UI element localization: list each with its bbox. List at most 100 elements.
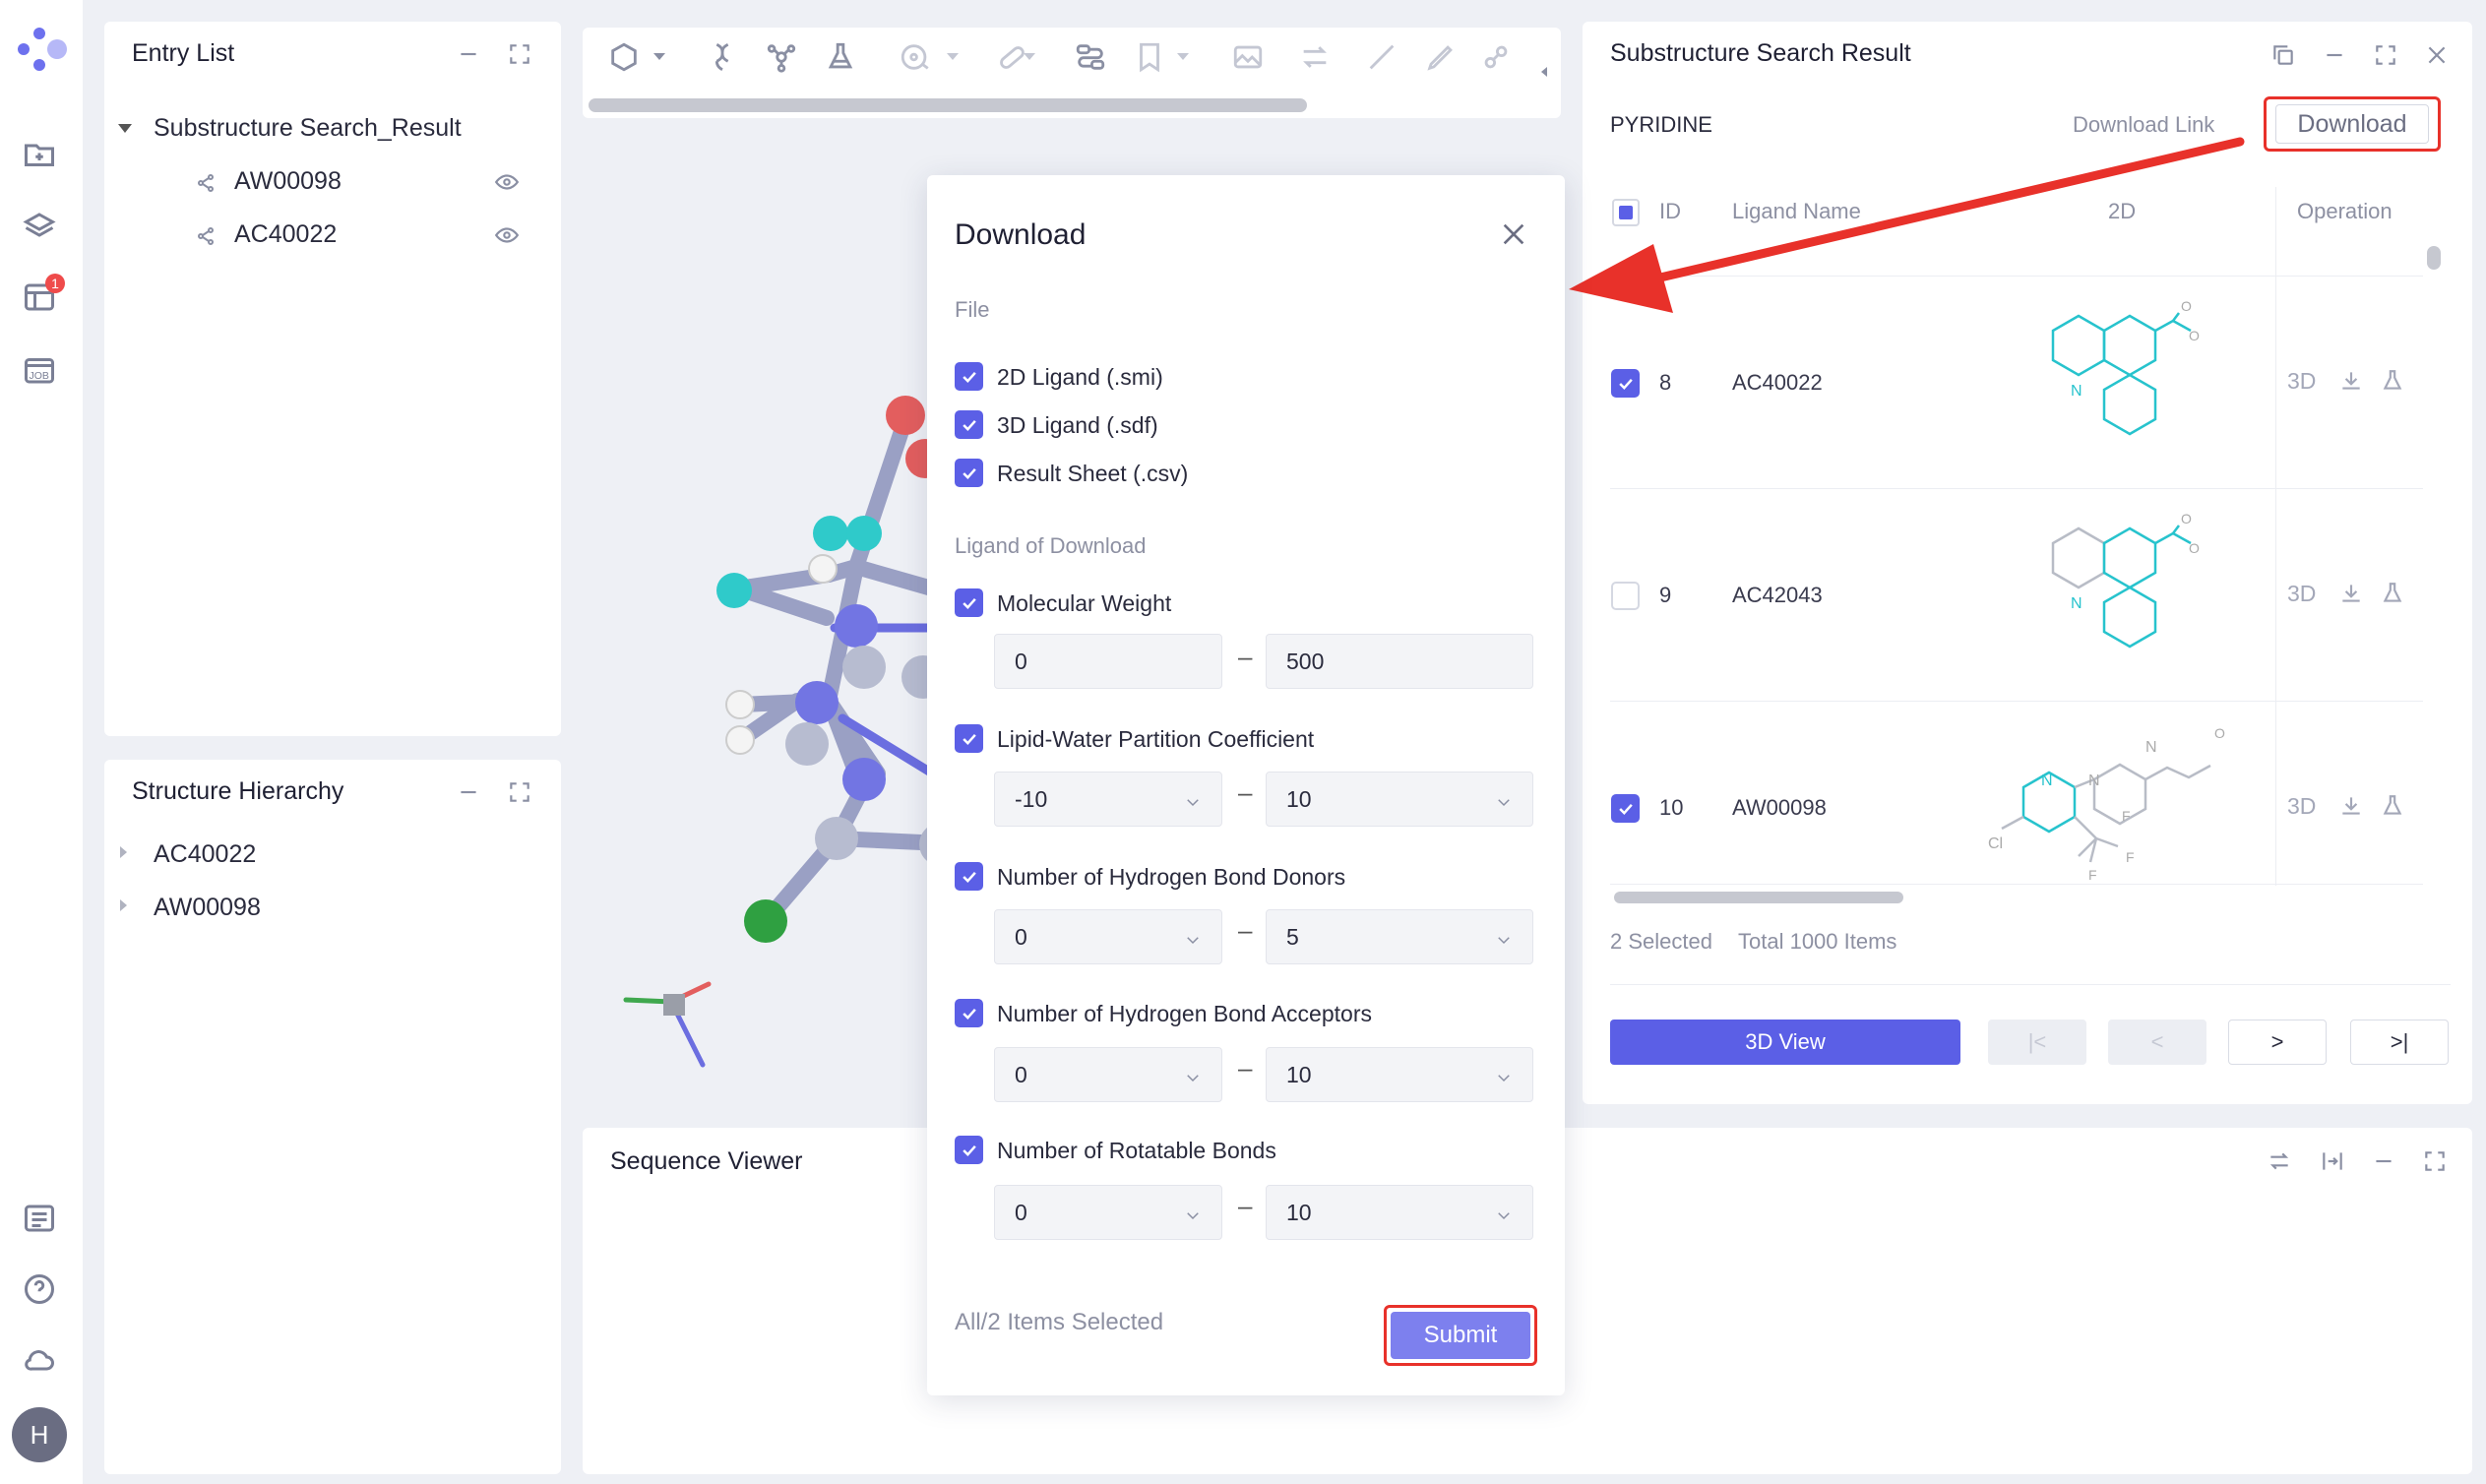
close-icon[interactable] — [1498, 218, 1529, 250]
notification-badge: 1 — [45, 274, 65, 293]
align-columns-icon[interactable] — [2315, 1144, 2350, 1179]
row-checkbox[interactable] — [1611, 369, 1640, 398]
image-icon[interactable] — [1226, 35, 1270, 79]
job-icon[interactable]: JOB — [18, 348, 61, 392]
last-page-button[interactable]: >| — [2350, 1020, 2449, 1065]
next-page-button[interactable]: > — [2228, 1020, 2327, 1065]
filter-checkbox[interactable] — [955, 999, 983, 1027]
chevron-down-icon[interactable] — [1024, 53, 1035, 60]
filter-checkbox[interactable] — [955, 724, 983, 753]
download-icon[interactable] — [2338, 793, 2364, 819]
line-icon[interactable] — [1360, 35, 1403, 79]
filter-max-select[interactable]: 10 — [1266, 772, 1533, 827]
filter-max-select[interactable]: 10 — [1266, 1047, 1533, 1102]
help-icon[interactable] — [18, 1268, 61, 1311]
table-vertical-scrollbar[interactable] — [2427, 246, 2441, 270]
caret-right-icon[interactable] — [120, 899, 127, 911]
target-icon[interactable] — [894, 35, 937, 79]
row-divider — [1610, 701, 2423, 702]
row-3d-button[interactable]: 3D — [2287, 793, 2316, 820]
align-icon[interactable] — [1293, 35, 1336, 79]
close-icon[interactable] — [2419, 37, 2455, 73]
toolbar-scrollbar[interactable] — [589, 98, 1307, 112]
row-checkbox[interactable] — [1611, 794, 1640, 823]
minimize-icon[interactable] — [451, 774, 486, 810]
filter-min-select[interactable]: 0 — [994, 1185, 1222, 1240]
minimize-icon[interactable] — [451, 36, 486, 72]
table-horizontal-scrollbar[interactable] — [1614, 892, 1903, 903]
user-avatar[interactable]: H — [12, 1407, 67, 1462]
svg-text:O: O — [2214, 725, 2225, 741]
filter-min-select[interactable]: 0 — [994, 1047, 1222, 1102]
row-ligand-name[interactable]: AC42043 — [1732, 583, 1823, 608]
flask-icon[interactable] — [2380, 793, 2405, 819]
filter-max-select[interactable]: 10 — [1266, 1185, 1533, 1240]
prev-page-button[interactable]: < — [2108, 1020, 2206, 1065]
filter-checkbox[interactable] — [955, 588, 983, 617]
badge-count: 1 — [51, 276, 59, 291]
maximize-icon[interactable] — [502, 774, 537, 810]
minimize-icon[interactable] — [2317, 37, 2352, 73]
caret-down-icon[interactable] — [118, 124, 132, 133]
hierarchy-item[interactable]: AW00098 — [154, 894, 261, 922]
file-checkbox-sdf[interactable] — [955, 410, 983, 439]
pencil-icon[interactable] — [1419, 35, 1462, 79]
row-checkbox[interactable] — [1611, 582, 1640, 610]
submit-button[interactable]: Submit — [1384, 1305, 1537, 1366]
download-icon[interactable] — [2338, 581, 2364, 606]
maximize-icon[interactable] — [2368, 37, 2403, 73]
entry-item[interactable]: AW00098 — [234, 167, 342, 196]
filter-min-select[interactable]: -10 — [994, 772, 1222, 827]
view-3d-button[interactable]: 3D View — [1610, 1020, 1960, 1065]
toolbar-collapse-icon[interactable] — [1541, 67, 1547, 77]
file-checkbox-csv[interactable] — [955, 459, 983, 487]
link-icon[interactable] — [1474, 35, 1518, 79]
dialog-title: Download — [955, 218, 1087, 251]
file-checkbox-smi[interactable] — [955, 362, 983, 391]
filter-min-select[interactable]: 0 — [994, 909, 1222, 964]
filter-min-value: -10 — [1015, 785, 1048, 812]
maximize-icon[interactable] — [502, 36, 537, 72]
filter-min-input[interactable]: 0 — [994, 634, 1222, 689]
caret-right-icon[interactable] — [120, 846, 127, 858]
sequence-icon[interactable] — [1069, 35, 1112, 79]
molecule-icon[interactable] — [760, 35, 803, 79]
flask-icon[interactable] — [819, 35, 862, 79]
new-folder-icon[interactable] — [18, 133, 61, 176]
eye-icon[interactable] — [492, 222, 522, 248]
chevron-down-icon[interactable] — [947, 53, 959, 60]
row-ligand-name[interactable]: AC40022 — [1732, 370, 1823, 396]
filter-max-select[interactable]: 5 — [1266, 909, 1533, 964]
row-id: 10 — [1659, 795, 1684, 820]
filter-checkbox[interactable] — [955, 1136, 983, 1164]
row-ligand-name[interactable]: AW00098 — [1732, 795, 1827, 821]
download-button[interactable]: Download — [2264, 96, 2441, 152]
ligand-icon — [195, 224, 218, 248]
app-logo[interactable] — [10, 20, 71, 75]
cloud-icon[interactable] — [18, 1338, 61, 1382]
swap-icon[interactable] — [2262, 1144, 2297, 1179]
layers-icon[interactable] — [18, 205, 61, 248]
list-icon[interactable] — [18, 1197, 61, 1240]
flask-icon[interactable] — [2380, 581, 2405, 606]
maximize-icon[interactable] — [2417, 1144, 2453, 1179]
entry-group-label[interactable]: Substructure Search_Result — [154, 114, 462, 143]
download-icon[interactable] — [2338, 368, 2364, 394]
first-page-button[interactable]: |< — [1988, 1020, 2086, 1065]
eye-icon[interactable] — [492, 169, 522, 195]
chevron-down-icon[interactable] — [653, 53, 665, 60]
row-3d-button[interactable]: 3D — [2287, 581, 2316, 607]
copy-icon[interactable] — [2266, 37, 2301, 73]
flask-icon[interactable] — [2380, 368, 2405, 394]
chevron-down-icon[interactable] — [1177, 53, 1189, 60]
entry-item[interactable]: AC40022 — [234, 220, 337, 249]
minimize-icon[interactable] — [2366, 1144, 2401, 1179]
hexagon-select-icon[interactable] — [602, 35, 646, 79]
row-3d-button[interactable]: 3D — [2287, 368, 2316, 395]
filter-checkbox[interactable] — [955, 862, 983, 891]
hierarchy-item[interactable]: AC40022 — [154, 840, 256, 869]
filter-max-input[interactable]: 500 — [1266, 634, 1533, 689]
helix-icon[interactable] — [701, 35, 744, 79]
bookmark-icon[interactable] — [1128, 35, 1171, 79]
svg-text:N: N — [2071, 595, 2082, 612]
